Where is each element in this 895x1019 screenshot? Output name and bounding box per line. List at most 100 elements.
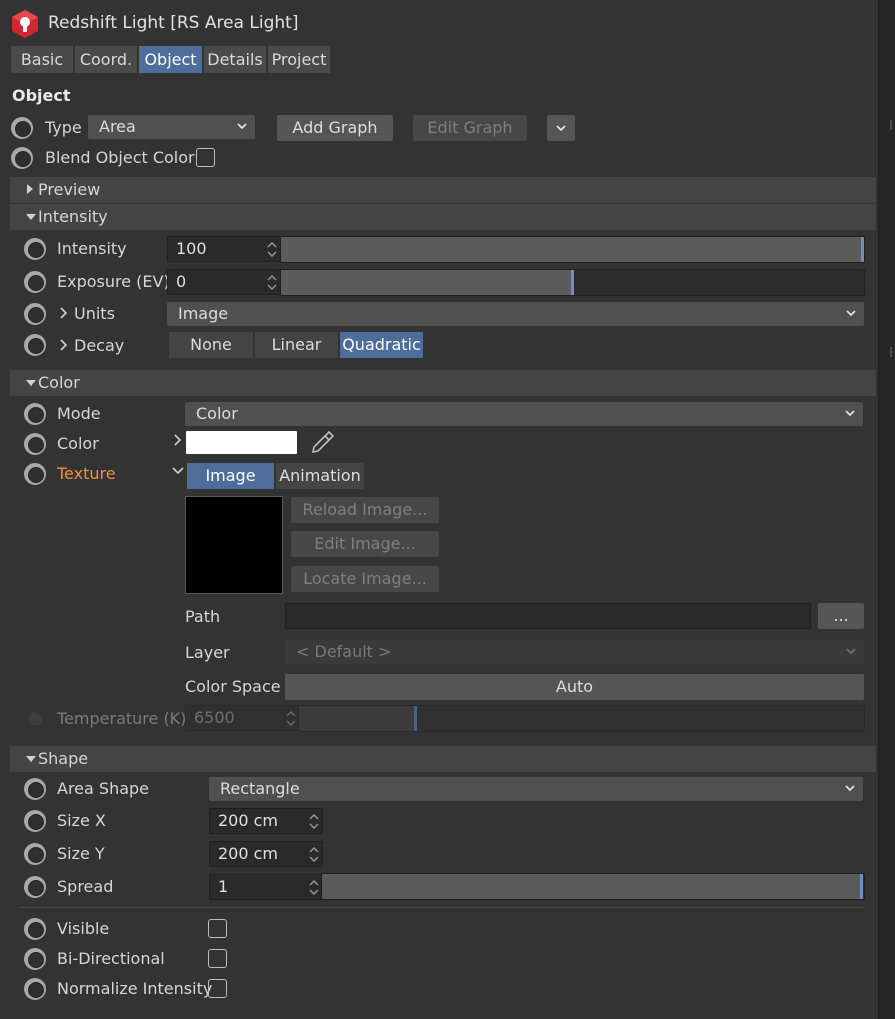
type-anim-dot[interactable]	[11, 117, 33, 139]
units-dropdown[interactable]: Image	[167, 302, 864, 326]
preview-section-header[interactable]: Preview	[10, 177, 876, 203]
chevron-down-icon	[845, 410, 855, 417]
intensity-anim-dot[interactable]	[24, 238, 46, 260]
spread-slider-knob[interactable]	[860, 874, 863, 899]
edit-image-button[interactable]: Edit Image...	[291, 531, 439, 557]
temperature-slider-fill	[299, 706, 414, 731]
texture-tab-animation[interactable]: Animation	[276, 463, 364, 489]
scrollbar-tick	[890, 120, 892, 130]
decay-anim-dot[interactable]	[24, 334, 46, 356]
units-value: Image	[178, 304, 229, 323]
eyedropper-icon[interactable]	[310, 429, 336, 455]
edit-graph-button[interactable]: Edit Graph	[413, 115, 527, 141]
scrollbar[interactable]	[878, 0, 895, 1019]
temperature-slider-knob[interactable]	[414, 706, 417, 731]
spread-anim-dot[interactable]	[24, 876, 46, 898]
decay-label: Decay	[74, 336, 125, 355]
locate-image-button[interactable]: Locate Image...	[291, 566, 439, 592]
spinner-arrows-icon[interactable]	[267, 241, 277, 258]
spread-slider[interactable]	[321, 873, 865, 900]
chevron-right-icon[interactable]	[59, 307, 68, 319]
tab-object[interactable]: Object	[139, 46, 202, 73]
colorspace-button[interactable]: Auto	[285, 674, 864, 700]
intensity-input[interactable]: 100	[167, 236, 281, 262]
preview-section-label: Preview	[38, 180, 101, 199]
sizex-anim-dot[interactable]	[24, 810, 46, 832]
add-graph-button[interactable]: Add Graph	[277, 115, 393, 141]
temperature-slider[interactable]	[298, 705, 865, 732]
path-label: Path	[185, 607, 221, 626]
exposure-slider[interactable]	[280, 269, 865, 296]
spinner-arrows-icon[interactable]	[286, 710, 296, 727]
sizey-anim-dot[interactable]	[24, 843, 46, 865]
sizey-input[interactable]: 200 cm	[209, 841, 323, 867]
reload-image-button[interactable]: Reload Image...	[291, 497, 439, 523]
exposure-input[interactable]: 0	[167, 269, 281, 295]
intensity-section-header[interactable]: Intensity	[10, 204, 876, 230]
chevron-down-icon	[237, 123, 247, 130]
tab-details[interactable]: Details	[204, 46, 266, 73]
visible-checkbox[interactable]	[208, 919, 227, 938]
area-shape-anim-dot[interactable]	[24, 778, 46, 800]
spinner-arrows-icon[interactable]	[309, 879, 319, 896]
area-shape-value: Rectangle	[220, 779, 300, 798]
texture-preview[interactable]	[185, 496, 283, 594]
color-section-header[interactable]: Color	[10, 370, 876, 396]
normalize-anim-dot[interactable]	[24, 978, 46, 1000]
color-swatch[interactable]	[186, 431, 297, 454]
intensity-value: 100	[176, 239, 207, 258]
decay-option-linear[interactable]: Linear	[255, 332, 338, 358]
spread-slider-fill	[322, 874, 860, 899]
blend-checkbox[interactable]	[196, 148, 215, 167]
blend-anim-dot[interactable]	[11, 147, 33, 169]
spinner-arrows-icon[interactable]	[309, 846, 319, 863]
spread-input[interactable]: 1	[209, 874, 323, 900]
path-input[interactable]	[285, 603, 811, 629]
units-anim-dot[interactable]	[24, 303, 46, 325]
color-anim-dot[interactable]	[24, 433, 46, 455]
decay-option-quadratic[interactable]: Quadratic	[340, 332, 423, 358]
divider	[20, 907, 865, 908]
exposure-value: 0	[176, 272, 187, 291]
layer-value: < Default >	[296, 642, 392, 661]
intensity-slider[interactable]	[280, 236, 865, 263]
tab-basic[interactable]: Basic	[11, 46, 73, 73]
chevron-down-icon[interactable]	[172, 466, 184, 475]
visible-anim-dot[interactable]	[24, 918, 46, 940]
graph-menu-button[interactable]	[547, 115, 575, 141]
sizex-input[interactable]: 200 cm	[209, 808, 323, 834]
type-value: Area	[99, 117, 136, 136]
triangle-down-icon	[26, 756, 36, 762]
layer-dropdown[interactable]: < Default >	[285, 640, 864, 664]
layer-label: Layer	[185, 643, 230, 662]
decay-option-none[interactable]: None	[169, 332, 253, 358]
chevron-right-icon[interactable]	[59, 339, 68, 351]
exposure-slider-knob[interactable]	[571, 270, 574, 295]
type-dropdown[interactable]: Area	[88, 115, 255, 139]
tab-project[interactable]: Project	[268, 46, 330, 73]
object-heading: Object	[12, 86, 71, 105]
shape-section-header[interactable]: Shape	[10, 746, 876, 772]
texture-anim-dot[interactable]	[24, 463, 46, 485]
color-label: Color	[57, 434, 99, 453]
chevron-down-icon	[845, 785, 855, 792]
intensity-slider-knob[interactable]	[861, 237, 864, 262]
exposure-anim-dot[interactable]	[24, 271, 46, 293]
chevron-down-icon	[846, 648, 856, 655]
mode-anim-dot[interactable]	[24, 403, 46, 425]
spinner-arrows-icon[interactable]	[309, 813, 319, 830]
mode-dropdown[interactable]: Color	[185, 402, 863, 426]
tab-coord[interactable]: Coord.	[75, 46, 137, 73]
temperature-label: Temperature (K)	[57, 709, 187, 728]
sizex-value: 200 cm	[218, 811, 279, 830]
spinner-arrows-icon[interactable]	[267, 274, 277, 291]
temperature-input[interactable]: 6500	[185, 705, 300, 731]
browse-path-button[interactable]: ...	[818, 603, 864, 629]
normalize-checkbox[interactable]	[208, 979, 227, 998]
area-shape-dropdown[interactable]: Rectangle	[209, 777, 863, 801]
texture-tab-image[interactable]: Image	[187, 463, 274, 489]
bidir-anim-dot[interactable]	[24, 948, 46, 970]
temperature-anim-dot[interactable]	[28, 712, 42, 726]
bidir-checkbox[interactable]	[208, 949, 227, 968]
chevron-right-icon[interactable]	[173, 434, 182, 446]
